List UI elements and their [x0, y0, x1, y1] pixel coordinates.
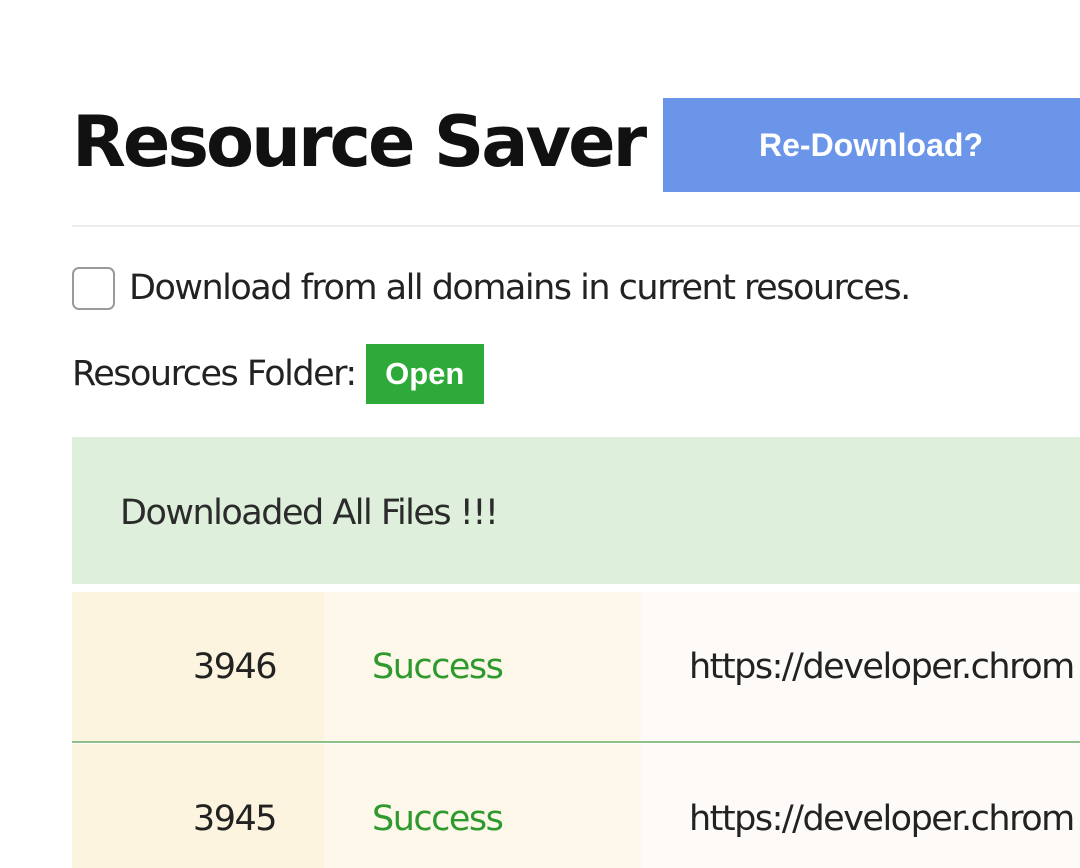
- resource-saver-panel: Resource Saver Re-Download? Download fro…: [0, 0, 1080, 868]
- resources-folder-label: Resources Folder:: [72, 354, 357, 394]
- row-status: Success: [324, 592, 641, 742]
- results-table: 3946 Success https://developer.chrom 394…: [72, 592, 1080, 868]
- table-row: 3945 Success https://developer.chrom: [72, 744, 1080, 868]
- status-message: Downloaded All Files !!!: [120, 493, 499, 533]
- resources-folder-row: Resources Folder: Open: [72, 344, 484, 404]
- row-url[interactable]: https://developer.chrom: [641, 744, 1080, 868]
- header-divider: [72, 225, 1080, 227]
- app-title: Resource Saver: [72, 101, 647, 183]
- row-id: 3945: [72, 744, 324, 868]
- row-url[interactable]: https://developer.chrom: [641, 592, 1080, 742]
- redownload-button[interactable]: Re-Download?: [663, 98, 1080, 192]
- all-domains-option[interactable]: Download from all domains in current res…: [72, 262, 911, 314]
- all-domains-checkbox[interactable]: [72, 266, 115, 310]
- header: Resource Saver Re-Download?: [72, 90, 1080, 200]
- row-id: 3946: [72, 592, 324, 742]
- table-row: 3946 Success https://developer.chrom: [72, 592, 1080, 742]
- row-status: Success: [324, 744, 641, 868]
- all-domains-label: Download from all domains in current res…: [129, 268, 911, 308]
- status-banner: Downloaded All Files !!!: [72, 437, 1080, 584]
- open-folder-button[interactable]: Open: [365, 344, 484, 404]
- row-divider: [72, 741, 1080, 743]
